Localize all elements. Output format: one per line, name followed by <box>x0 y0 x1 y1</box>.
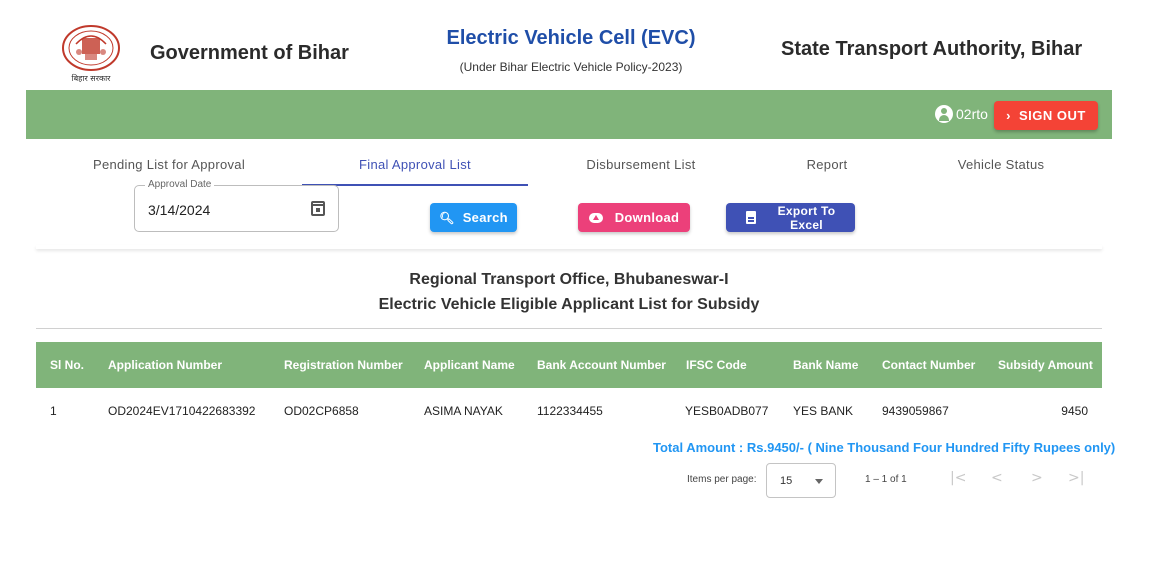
emblem-icon <box>62 25 120 71</box>
office-title: Regional Transport Office, Bhubaneswar-I <box>409 271 729 288</box>
approval-date-label: Approval Date <box>145 179 215 190</box>
export-to-excel-button[interactable]: Export To Excel <box>726 203 855 232</box>
sign-out-button[interactable]: › SIGN OUT <box>994 101 1098 130</box>
table-row: 1 OD2024EV1710422683392 OD02CP6858 ASIMA… <box>36 388 1102 434</box>
document-icon <box>745 211 756 224</box>
logo-caption: बिहार सरकार <box>71 74 111 83</box>
col-bank-account-number: Bank Account Number <box>537 358 666 372</box>
search-button[interactable]: 🔍︎ Search <box>430 203 517 232</box>
first-page-icon[interactable]: |< <box>950 470 966 486</box>
bihar-emblem-logo: बिहार सरकार <box>61 24 121 90</box>
page-header: बिहार सरकार Government of Bihar Electric… <box>26 6 1112 90</box>
table-header: Sl No. Application Number Registration N… <box>36 342 1102 388</box>
col-applicant-name: Applicant Name <box>424 358 515 372</box>
applicant-table: Sl No. Application Number Registration N… <box>36 342 1102 434</box>
dropdown-arrow-icon <box>815 479 823 484</box>
cell-registration-number: OD02CP6858 <box>284 404 359 418</box>
col-contact-number: Contact Number <box>882 358 976 372</box>
items-per-page-label: Items per page: <box>687 474 757 485</box>
page-range-label: 1 – 1 of 1 <box>865 474 907 485</box>
cell-subsidy-amount: 9450 <box>1061 404 1088 418</box>
filter-divider <box>36 245 1102 249</box>
cloud-upload-icon <box>588 212 603 223</box>
user-menu[interactable]: 02rto <box>935 105 988 123</box>
cell-bank-name: YES BANK <box>793 404 854 418</box>
export-label-line1: Export To <box>777 203 836 218</box>
search-icon: 🔍︎ <box>439 210 455 225</box>
col-application-number: Application Number <box>108 358 223 372</box>
col-registration-number: Registration Number <box>284 358 403 372</box>
government-title: Government of Bihar <box>150 42 349 64</box>
cell-bank-account-number: 1122334455 <box>537 404 603 418</box>
cell-application-number: OD2024EV1710422683392 <box>108 404 256 418</box>
search-label: Search <box>462 210 508 225</box>
cell-applicant-name: ASIMA NAYAK <box>424 404 503 418</box>
page-size-value: 15 <box>780 475 793 487</box>
chevron-right-icon: › <box>1006 108 1011 123</box>
username: 02rto <box>956 106 988 122</box>
sign-out-label: SIGN OUT <box>1019 108 1086 123</box>
evc-title: Electric Vehicle Cell (EVC) <box>446 27 696 49</box>
authority-title: State Transport Authority, Bihar <box>781 38 1083 60</box>
chevron-left-icon[interactable]: < <box>991 470 1003 486</box>
cell-contact-number: 9439059867 <box>882 404 949 418</box>
tab-final-approval-list[interactable]: Final Approval List <box>302 146 528 186</box>
top-nav-bar: 02rto › SIGN OUT <box>26 90 1112 139</box>
cell-ifsc-code: YESB0ADB077 <box>685 404 769 418</box>
tab-report[interactable]: Report <box>754 146 900 186</box>
approval-date-input[interactable]: 3/14/2024 <box>148 202 210 218</box>
evc-subtitle: (Under Bihar Electric Vehicle Policy-202… <box>459 60 683 74</box>
page-size-select[interactable]: 15 <box>766 463 836 498</box>
col-ifsc-code: IFSC Code <box>686 358 747 372</box>
tab-disbursement-list[interactable]: Disbursement List <box>528 146 754 186</box>
col-sl-no: Sl No. <box>50 358 85 372</box>
chevron-right-icon[interactable]: > <box>1031 470 1043 486</box>
tab-vehicle-status[interactable]: Vehicle Status <box>900 146 1102 186</box>
download-label: Download <box>614 210 680 225</box>
last-page-icon[interactable]: >| <box>1068 470 1084 486</box>
approval-date-field[interactable]: Approval Date 3/14/2024 <box>134 179 339 232</box>
download-button[interactable]: Download <box>578 203 690 232</box>
cell-sl-no: 1 <box>50 404 57 418</box>
account-circle-icon <box>935 105 953 123</box>
col-bank-name: Bank Name <box>793 358 859 372</box>
export-label-line2: Excel <box>790 217 823 232</box>
list-title: Electric Vehicle Eligible Applicant List… <box>378 296 760 313</box>
col-subsidy-amount: Subsidy Amount <box>998 358 1093 372</box>
calendar-icon[interactable] <box>311 201 325 216</box>
export-label: Export To Excel <box>778 204 836 232</box>
title-divider <box>36 328 1102 329</box>
total-amount: Total Amount : Rs.9450/- ( Nine Thousand… <box>653 440 1116 455</box>
